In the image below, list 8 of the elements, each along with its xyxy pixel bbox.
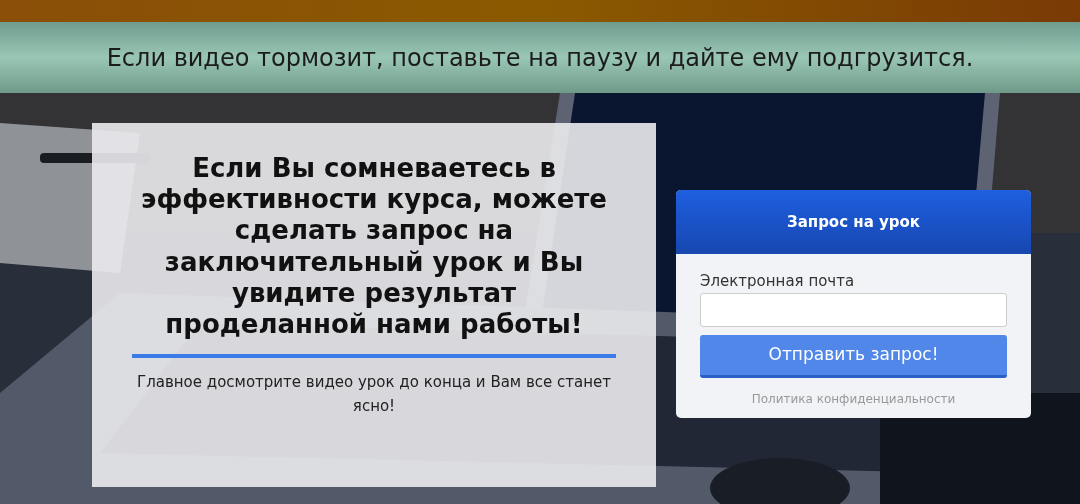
- info-text: Главное досмотрите видео урок до конца и Вам все станет ясно!: [136, 372, 612, 418]
- banner-text: Если видео тормозит, поставьте на паузу и дайте ему подгрузится.: [106, 42, 974, 74]
- heading: Если Вы сомневаетесь в эффективности курса, можете сделать запрос на заключительный урок и Вы увидите результат проделанной нами работы!: [140, 153, 608, 341]
- form-title: Запрос на урок: [787, 211, 920, 233]
- email-field[interactable]: [700, 292, 1007, 327]
- field-label: Электронная почта: [700, 271, 856, 292]
- submit-button[interactable]: Отправить запрос!: [700, 334, 1007, 378]
- privacy-link[interactable]: Политика конфиденциальности: [751, 391, 956, 406]
